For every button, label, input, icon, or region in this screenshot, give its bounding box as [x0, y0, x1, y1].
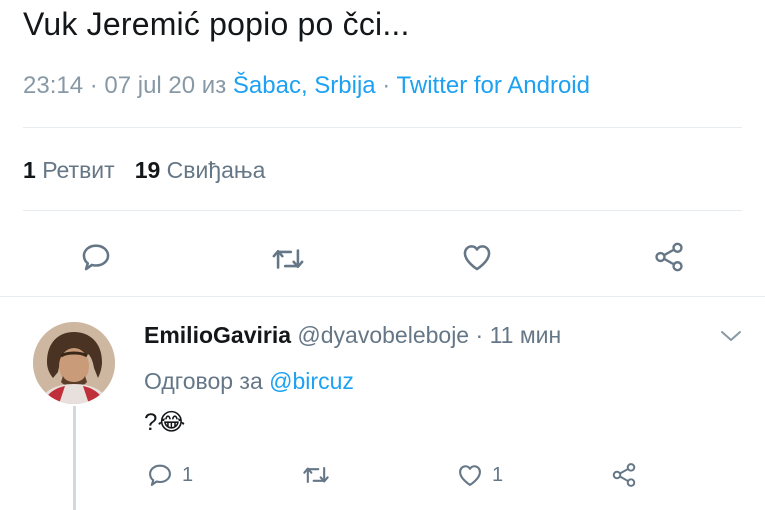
reply-text: ?😂 — [144, 409, 186, 436]
meta-separator: · — [83, 72, 105, 99]
divider — [0, 296, 765, 297]
like-button[interactable] — [460, 240, 494, 274]
like-stat[interactable]: 19 Свиђања — [135, 157, 266, 183]
thread-line — [73, 406, 76, 510]
more-options-button[interactable] — [719, 328, 743, 344]
location-link[interactable]: Šabac, Srbija — [233, 72, 376, 99]
retweet-button[interactable] — [271, 242, 305, 276]
retweet-count: 1 — [23, 157, 36, 183]
reply-retweet-button[interactable] — [302, 460, 330, 490]
reply-like-count: 1 — [492, 463, 504, 486]
avatar-image — [33, 322, 115, 404]
retweet-label: Ретвит — [42, 157, 115, 183]
tweet-date: 07 jul 20 — [104, 72, 196, 99]
share-icon — [655, 242, 683, 272]
reply-author-name[interactable]: EmilioGaviria — [144, 322, 291, 348]
retweet-icon — [303, 466, 329, 484]
tweet-meta: 23:14 · 07 jul 20 из Šabac, Srbija · Twi… — [23, 72, 590, 100]
divider — [23, 210, 742, 211]
like-label: Свиђања — [166, 157, 266, 183]
reply-to-label: Одговор за — [144, 368, 270, 394]
meta-separator: · — [375, 72, 397, 99]
reply-reply-button[interactable]: 1 — [146, 460, 193, 490]
like-icon — [463, 245, 491, 271]
retweet-icon — [272, 249, 304, 269]
reply-like-button[interactable]: 1 — [456, 460, 503, 490]
client-link[interactable]: Twitter for Android — [397, 72, 590, 99]
like-icon — [459, 465, 481, 486]
reply-icon — [149, 464, 171, 486]
tweet-time: 23:14 — [23, 72, 84, 99]
reply-time: 11 мин — [489, 322, 562, 348]
reply-to-line: Одговор за @bircuz — [144, 368, 354, 395]
divider — [23, 127, 742, 128]
tweet-stats: 1 Ретвит 19 Свиђања — [23, 157, 265, 184]
reply-icon — [82, 244, 110, 271]
retweet-stat[interactable]: 1 Ретвит — [23, 157, 115, 183]
share-icon — [612, 463, 636, 487]
reply-author-handle[interactable]: @dyavobeleboje — [297, 322, 469, 348]
chevron-down-icon — [721, 331, 741, 341]
avatar[interactable] — [33, 322, 115, 404]
tweet-text: Vuk Jeremić popio po čci... — [23, 6, 410, 42]
reply-header: EmilioGaviria @dyavobeleboje · 11 мин — [144, 322, 561, 349]
from-label: из — [195, 72, 233, 99]
share-button[interactable] — [652, 240, 686, 274]
like-count: 19 — [134, 157, 161, 183]
reply-to-handle[interactable]: @bircuz — [269, 368, 354, 394]
reply-button[interactable] — [79, 240, 113, 274]
reply-share-button[interactable] — [610, 460, 638, 490]
meta-separator: · — [469, 322, 490, 348]
reply-count: 1 — [182, 463, 194, 486]
